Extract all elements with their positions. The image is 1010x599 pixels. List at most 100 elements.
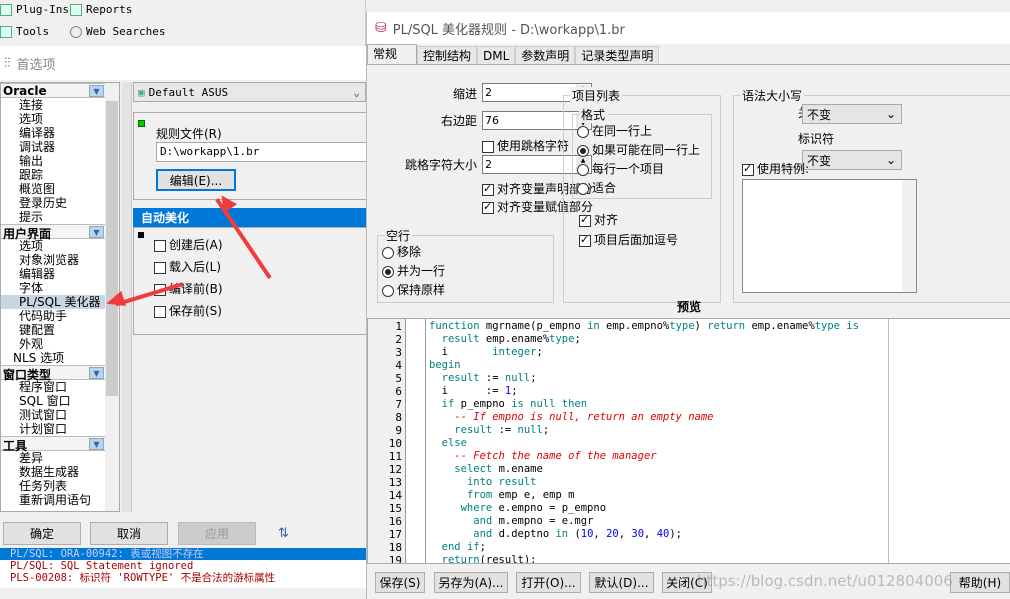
code-token: 30 — [631, 528, 645, 540]
sidebar-group-label: Oracle — [3, 84, 47, 98]
code-preview[interactable]: 1 2 3 4 5 6 7 8 9 10 11 12 13 14 15 16 17 18 19 function m… — [367, 318, 1010, 564]
edit-button[interactable]: 编辑(E)... — [156, 169, 236, 191]
web-searches-menu[interactable]: Web Searches — [70, 25, 165, 38]
radio-option[interactable]: 在同一行上 — [577, 122, 652, 139]
sidebar-item[interactable]: 对象浏览器 — [1, 253, 106, 267]
chevron-down-icon[interactable]: ▼ — [89, 438, 104, 450]
tab-2[interactable]: DML — [477, 46, 516, 65]
sidebar-item[interactable]: 编辑器 — [1, 267, 106, 281]
radio-option[interactable]: 如果可能在同一行上 — [577, 141, 700, 158]
radio-option[interactable]: 适合 — [577, 179, 616, 196]
case-group: 语法大小写 关键字 不变⌄ 标识符 不变⌄ 使用特例: — [733, 87, 1010, 303]
textarea-scrollbar[interactable] — [902, 180, 916, 292]
preferences-titlebar: ⫶⫶ 首选项 — [0, 46, 366, 80]
tab-size-value: 2 — [485, 158, 492, 171]
sidebar-item[interactable]: 键配置 — [1, 323, 106, 337]
sidebar-item[interactable]: 差异 — [1, 451, 106, 465]
sidebar-group-header[interactable]: 窗口类型 ▼ — [1, 365, 106, 382]
sidebar-group-header[interactable]: 用户界面 ▼ — [1, 224, 106, 241]
sidebar-item[interactable]: 选项 — [1, 239, 106, 253]
tab-3[interactable]: 参数声明 — [515, 46, 576, 65]
radio-icon — [382, 265, 394, 278]
sidebar-group-header[interactable]: 工具 ▼ — [1, 436, 106, 453]
error-line[interactable]: PL/SQL: SQL Statement ignored — [10, 560, 366, 572]
sidebar-item[interactable]: 调试器 — [1, 140, 106, 154]
radio-icon — [577, 144, 589, 157]
sidebar-item[interactable]: 外观 — [1, 337, 106, 351]
sidebar-item[interactable]: 编译器 — [1, 126, 106, 140]
trailing-comma-checkbox[interactable]: 项目后面加逗号 — [579, 231, 678, 248]
open-button[interactable]: 打开(O)... — [516, 572, 581, 593]
sidebar-item[interactable]: 重新调用语句 — [1, 493, 106, 507]
code-line: result emp.ename%type; — [429, 333, 859, 346]
auto-option-checkbox[interactable]: 载入后(L) — [154, 258, 221, 275]
special-cases-textarea[interactable] — [742, 179, 917, 293]
plugins-menu[interactable]: Plug-Ins — [0, 3, 69, 16]
sidebar-item[interactable]: NLS 选项 — [1, 351, 106, 365]
sidebar-item[interactable]: 提示 — [1, 210, 106, 224]
code-token: ; — [574, 333, 581, 345]
sidebar-item[interactable]: 跟踪 — [1, 168, 106, 182]
sidebar-item[interactable]: 程序窗口 — [1, 380, 106, 394]
chevron-down-icon: ⌄ — [885, 107, 896, 121]
cancel-button[interactable]: 取消 — [90, 522, 168, 545]
chevron-down-icon[interactable]: ▼ — [89, 367, 104, 379]
reports-menu[interactable]: Reports — [70, 3, 132, 16]
ok-button[interactable]: 确定 — [3, 522, 81, 545]
code-line: result := null; — [429, 372, 859, 385]
code-lines: function mgrname(p_empno in emp.empno%ty… — [429, 320, 859, 563]
sidebar-item[interactable]: 任务列表 — [1, 479, 106, 493]
sidebar-item[interactable]: 输出 — [1, 154, 106, 168]
auto-option-checkbox[interactable]: 创建后(A) — [154, 236, 223, 253]
save-as-button[interactable]: 另存为(A)... — [434, 572, 508, 593]
sidebar-item[interactable]: 代码助手 — [1, 309, 106, 323]
code-token: where — [460, 502, 499, 514]
sidebar-item[interactable]: 连接 — [1, 98, 106, 112]
radio-option[interactable]: 每行一个项目 — [577, 160, 664, 177]
save-button[interactable]: 保存(S) — [375, 572, 425, 593]
export-settings-icon[interactable]: ⇅ — [278, 526, 289, 541]
radio-option[interactable]: 移除 — [382, 243, 421, 260]
auto-option-checkbox[interactable]: 保存前(S) — [154, 302, 222, 319]
error-line[interactable]: PL/SQL: ORA-00942: 表或视图不存在 — [0, 548, 366, 560]
keyword-case-select[interactable]: 不变 ⌄ — [802, 104, 902, 124]
code-token: type — [669, 320, 695, 332]
sidebar-item[interactable]: 测试窗口 — [1, 408, 106, 422]
error-line[interactable]: PLS-00208: 标识符 'ROWTYPE' 不是合法的游标属性 — [10, 572, 366, 584]
item-list-group: 项目列表 格式在同一行上如果可能在同一行上每行一个项目适合 对齐 项目后面加逗号 — [563, 87, 721, 303]
identifier-case-select[interactable]: 不变 ⌄ — [802, 150, 902, 170]
code-token: return — [707, 320, 752, 332]
default-button[interactable]: 默认(D)... — [589, 572, 654, 593]
tab-0[interactable]: 常规 — [367, 44, 417, 65]
radio-option[interactable]: 并为一行 — [382, 262, 445, 279]
sidebar-item[interactable]: 数据生成器 — [1, 465, 106, 479]
sidebar-item[interactable]: PL/SQL 美化器 — [1, 295, 106, 309]
profile-select[interactable]: ▣ Default ASUS ⌄ — [133, 82, 366, 102]
use-special-checkbox[interactable]: 使用特例: — [742, 160, 809, 177]
sidebar-group-header[interactable]: Oracle ▼ — [1, 83, 106, 98]
tools-label: Tools — [16, 25, 50, 38]
align-checkbox[interactable]: 对齐 — [579, 211, 618, 228]
chevron-down-icon[interactable]: ▼ — [89, 85, 104, 97]
tools-menu[interactable]: Tools — [0, 25, 49, 38]
chevron-down-icon[interactable]: ▼ — [89, 226, 104, 238]
sidebar-item[interactable]: 概览图 — [1, 182, 106, 196]
sidebar-item[interactable]: 计划窗口 — [1, 422, 106, 436]
tab-1[interactable]: 控制结构 — [417, 46, 478, 65]
radio-option[interactable]: 保持原样 — [382, 281, 445, 298]
code-token: e.empno = p_empno — [498, 502, 607, 514]
tab-4[interactable]: 记录类型声明 — [575, 46, 660, 65]
sliders-icon: ⫶⫶ — [4, 55, 11, 71]
help-button[interactable]: 帮助(H) — [950, 572, 1010, 593]
sidebar-item[interactable]: SQL 窗口 — [1, 394, 106, 408]
sidebar-item[interactable]: 选项 — [1, 112, 106, 126]
scrollbar-thumb[interactable] — [106, 101, 118, 396]
sidebar-item[interactable]: 登录历史 — [1, 196, 106, 210]
line-number: 15 — [388, 502, 402, 515]
sidebar-item[interactable]: 字体 — [1, 281, 106, 295]
rules-file-input[interactable]: D:\workapp\1.br — [156, 142, 376, 162]
code-token: ; — [479, 541, 486, 553]
use-tab-checkbox[interactable]: 使用跳格字符 — [482, 137, 569, 154]
